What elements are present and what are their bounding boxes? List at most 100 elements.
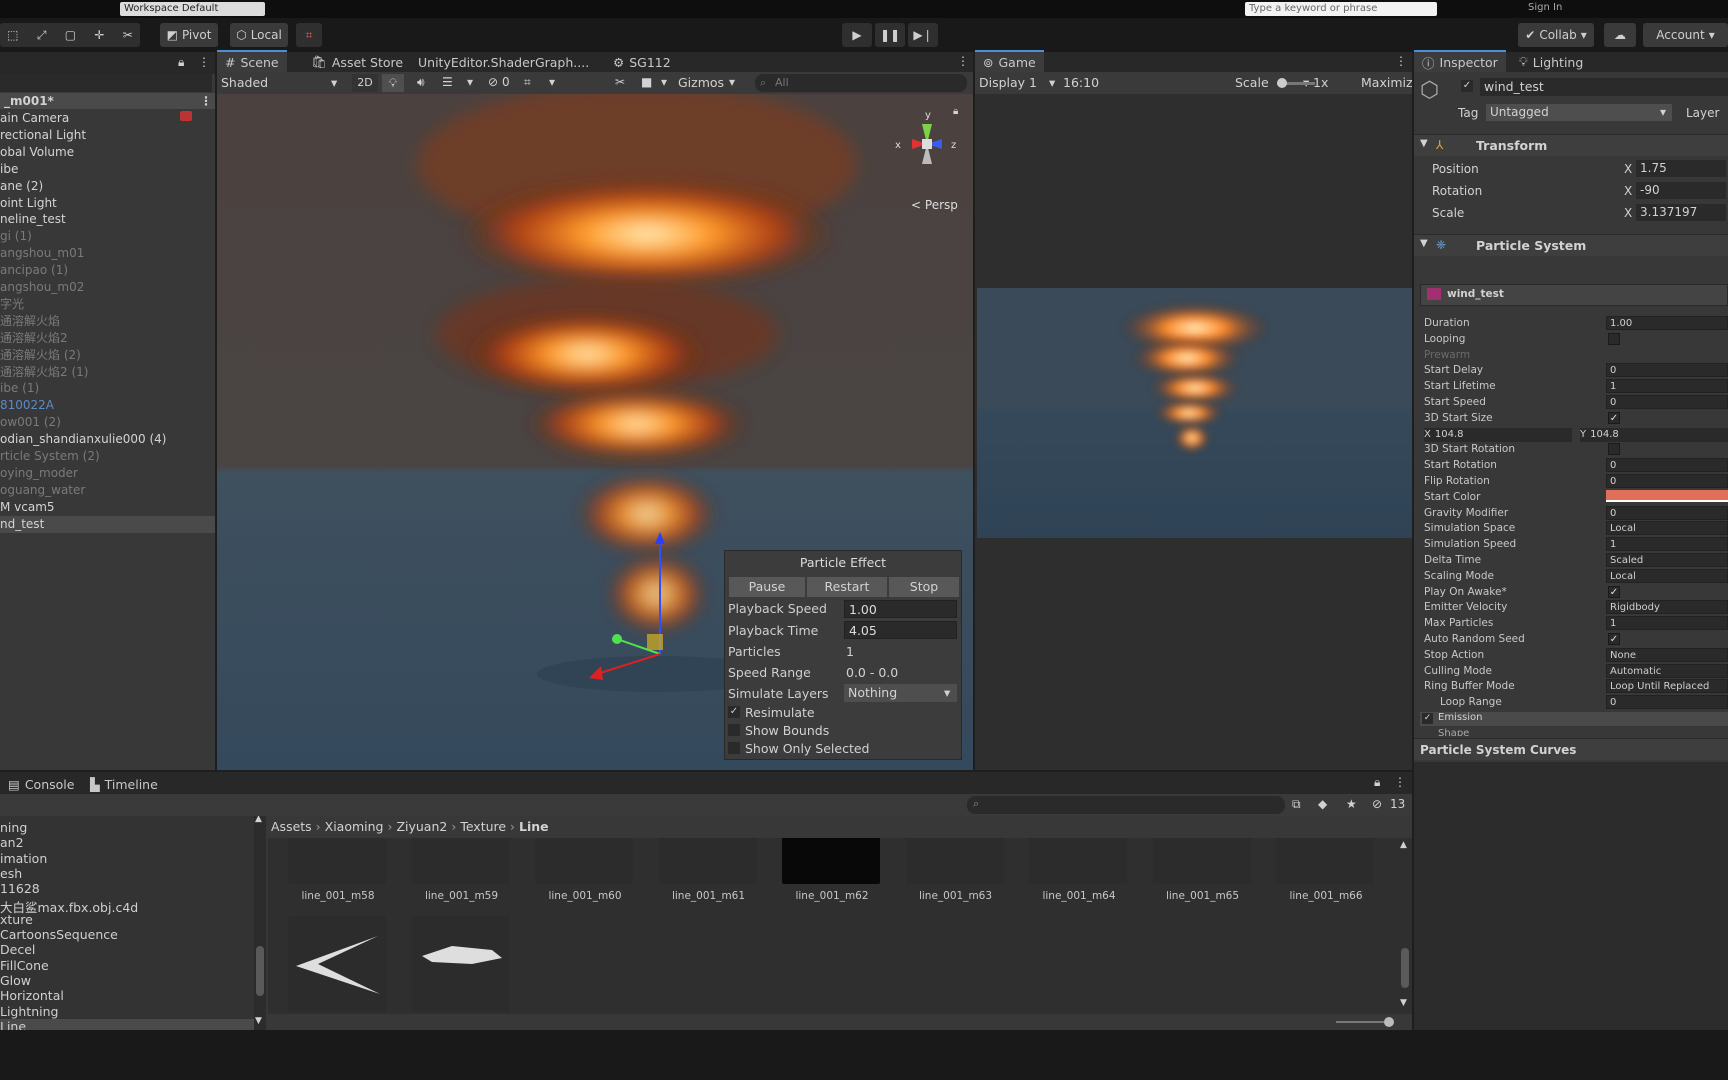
ps-field-value[interactable]: Scaled [1606, 553, 1728, 567]
custom-tool-icon[interactable]: ✂ [123, 28, 133, 42]
effects-icon[interactable]: ☰ [442, 75, 453, 89]
grid-toggle-icon[interactable]: ⌗ [524, 75, 531, 90]
layout-dropdown[interactable]: Workspace Default [120, 2, 265, 16]
2d-toggle[interactable]: 2D [352, 74, 378, 92]
resimulate-checkbox[interactable]: ✓ [728, 706, 740, 718]
transform-header[interactable]: ▼ ⅄ Transform [1414, 134, 1728, 156]
lock-icon[interactable]: 🔒︎ [953, 106, 958, 117]
pause-button[interactable]: ❚❚ [875, 23, 905, 47]
asset-thumbnail[interactable] [411, 838, 510, 884]
hierarchy-item[interactable]: ain Camera [0, 110, 69, 127]
transform-tools[interactable]: ⬚ ⤢ ▢ ✛ ✂ [0, 23, 140, 47]
curves-area[interactable] [1414, 762, 1728, 1030]
create-icon[interactable]: ⧉ [1292, 797, 1301, 812]
search-input[interactable]: Type a keyword or phrase [1245, 2, 1437, 16]
scene-search-input[interactable]: ⌕ All [755, 74, 967, 92]
hierarchy-item[interactable]: 通溶解火焰2 [0, 330, 68, 347]
asset-label[interactable]: line_001_m61 [659, 890, 759, 902]
chevron-down-icon[interactable]: ▾ [729, 75, 735, 89]
breadcrumb-item[interactable]: Texture [460, 819, 506, 834]
hierarchy-item[interactable]: oint Light [0, 195, 57, 212]
ps-field-checkbox[interactable] [1608, 332, 1620, 345]
ps-field-value[interactable]: 0 [1606, 363, 1728, 378]
asset-thumbnail[interactable] [288, 916, 386, 1012]
asset-thumbnail[interactable] [905, 838, 1004, 884]
camera-icon[interactable]: ■ [641, 75, 652, 89]
scene-root[interactable]: _m001* ⋮ [0, 93, 215, 109]
folder-item[interactable]: Lightning [0, 1004, 58, 1019]
hierarchy-item[interactable]: obal Volume [0, 144, 74, 161]
play-button[interactable]: ▶ [842, 23, 872, 47]
scroll-up-icon[interactable]: ▲ [255, 816, 262, 824]
collab-button[interactable]: ✔ Collab ▾ [1518, 23, 1594, 47]
more-menu-icon[interactable]: ⋮ [200, 93, 212, 109]
ps-field-value[interactable]: 0 [1606, 395, 1728, 409]
hierarchy-item[interactable]: 字光 [0, 296, 24, 313]
tag-dropdown[interactable]: Untagged ▾ [1486, 104, 1672, 121]
tab-sg112[interactable]: ⚙ SG112 [605, 51, 679, 73]
asset-label[interactable]: line_001_m66 [1276, 890, 1376, 902]
folder-item[interactable]: an2 [0, 835, 24, 850]
hierarchy-item[interactable]: 通溶解火焰 (2) [0, 347, 81, 364]
scroll-down-icon[interactable]: ▼ [1400, 998, 1407, 1008]
ps-field-value[interactable]: 0 [1606, 458, 1728, 473]
asset-thumbnail[interactable] [535, 838, 633, 884]
folder-item[interactable]: Line [0, 1018, 254, 1030]
ps-field-value[interactable]: 0 [1606, 505, 1728, 520]
ps-field-value[interactable]: 0 [1606, 695, 1728, 710]
start-size-x-field[interactable]: X 104.8 [1424, 427, 1572, 442]
maximize-toggle[interactable]: Maximiz [1361, 75, 1413, 90]
folder-item[interactable]: Decel [0, 942, 35, 957]
tab-inspector[interactable]: ⓘ Inspector [1414, 50, 1506, 72]
more-menu-icon[interactable]: ⋮ [957, 54, 969, 68]
object-name-field[interactable]: wind_test [1480, 78, 1728, 96]
tab-shadergraph[interactable]: UnityEditor.ShaderGraph.... [410, 51, 597, 73]
folder-item[interactable]: 11628 [0, 881, 40, 896]
asset-thumbnail[interactable] [782, 838, 880, 884]
scroll-down-icon[interactable]: ▼ [255, 1016, 262, 1026]
asset-label[interactable]: line_001_m65 [1153, 890, 1253, 902]
ps-field-value[interactable]: 1.00 [1606, 316, 1728, 330]
ps-field-value[interactable]: 1 [1606, 379, 1728, 394]
sign-in-link[interactable]: Sign In [1528, 2, 1562, 13]
position-x-field[interactable]: 1.75 [1636, 160, 1726, 177]
active-checkbox[interactable]: ✓ [1461, 80, 1473, 92]
label-filter-icon[interactable]: ◆ [1318, 797, 1327, 811]
folder-item[interactable]: imation [0, 851, 47, 866]
display-dropdown[interactable]: Display 1 ▾ [979, 75, 1059, 90]
tab-asset-store[interactable]: 🛍︎ Asset Store [303, 51, 411, 73]
hierarchy-item[interactable]: 通溶解火焰 [0, 313, 60, 330]
scale-x-field[interactable]: 3.137197 [1636, 204, 1726, 221]
chevron-down-icon[interactable]: ▾ [661, 75, 667, 89]
asset-scrollbar[interactable]: ▲ ▼ [1398, 838, 1412, 1014]
playback-time-field[interactable]: 4.05 [844, 621, 957, 639]
chevron-down-icon[interactable]: ▾ [549, 75, 555, 89]
hierarchy-item[interactable]: oying_moder [0, 465, 78, 482]
hierarchy-item[interactable]: angshou_m01 [0, 245, 84, 262]
lock-icon[interactable]: 🔒︎ [1374, 775, 1380, 790]
asset-label[interactable]: line_001_m58 [288, 890, 388, 902]
tab-lighting[interactable]: 💡︎ Lighting [1511, 51, 1591, 73]
hidden-packages-icon[interactable]: ⊘ [1372, 797, 1382, 811]
rect-tool-icon[interactable]: ⬚ [7, 28, 18, 42]
curves-header[interactable]: Particle System Curves [1414, 738, 1728, 760]
scale-slider-thumb[interactable] [1277, 78, 1287, 88]
hierarchy-item[interactable]: ibe (1) [0, 380, 39, 397]
icon-size-slider[interactable] [1336, 1021, 1388, 1023]
icon-size-slider-thumb[interactable] [1384, 1017, 1394, 1027]
show-bounds-checkbox[interactable] [728, 724, 740, 736]
show-only-selected-checkbox[interactable] [728, 742, 740, 754]
shading-dropdown[interactable]: Shaded ▾ [221, 75, 341, 90]
cloud-button[interactable]: ☁ [1604, 23, 1636, 47]
asset-thumbnail[interactable] [1276, 838, 1374, 884]
tab-scene[interactable]: # Scene [217, 50, 287, 72]
hierarchy-item[interactable]: 通溶解火焰2 (1) [0, 364, 88, 381]
orientation-gizmo[interactable]: y x z < Persp [887, 104, 967, 212]
asset-thumbnail[interactable] [658, 838, 757, 884]
hierarchy-search[interactable] [0, 74, 212, 92]
folder-item[interactable]: xture [0, 912, 33, 927]
rect-transform-icon[interactable]: ▢ [65, 28, 76, 42]
lighting-toggle[interactable]: 💡︎ [382, 74, 404, 92]
asset-label[interactable]: line_001_m62 [782, 890, 882, 902]
audio-icon[interactable]: 🔊︎ [417, 75, 425, 90]
